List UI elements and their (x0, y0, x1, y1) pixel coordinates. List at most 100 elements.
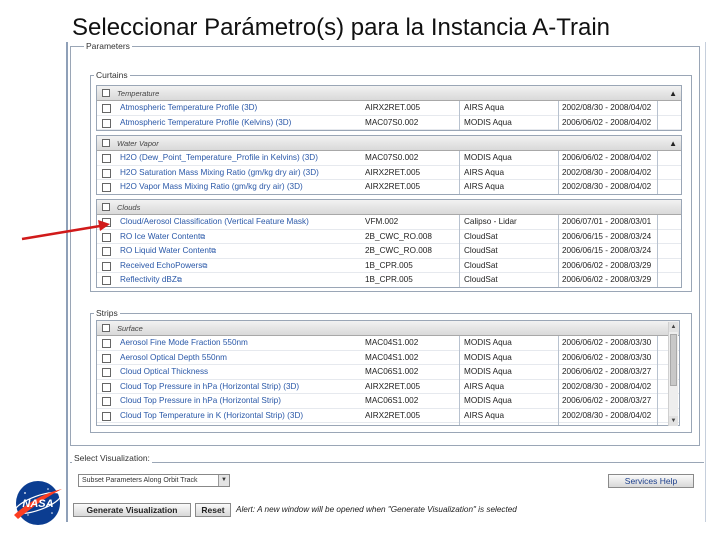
parameter-row[interactable]: Atmospheric Temperature Profile (3D) AIR… (97, 101, 681, 116)
parameter-name[interactable]: H2O Saturation Mass Mixing Ratio (gm/kg … (120, 166, 362, 180)
parameter-row[interactable]: RO Liquid Water Content⧉ 2B_CWC_RO.008 C… (97, 244, 681, 259)
scroll-thumb[interactable] (670, 334, 677, 386)
parameter-row[interactable]: RO Ice Water Content⧉ 2B_CWC_RO.008 Clou… (97, 230, 681, 245)
parameter-name[interactable]: Cloud Optical Thickness (120, 365, 362, 379)
parameter-sensor: AIRS Aqua (464, 182, 505, 191)
parameter-product: 1B_CPR.005 (365, 275, 413, 284)
curtains-group-clouds: Clouds Cloud/Aerosol Classification (Ver… (96, 199, 682, 288)
parameter-checkbox[interactable] (102, 339, 111, 348)
parameter-name[interactable]: Cloud Top Pressure in hPa (Horizontal St… (120, 380, 362, 394)
parameter-row[interactable]: Cloud Top Pressure in hPa (Horizontal St… (97, 394, 679, 409)
parameter-checkbox[interactable] (102, 411, 111, 421)
parameter-name[interactable]: Cloud Top Pressure in hPa (Horizontal St… (120, 394, 362, 408)
group-header-clouds[interactable]: Clouds (97, 200, 681, 215)
strips-scrollbar[interactable]: ▲ ▼ (668, 322, 678, 426)
parameter-dates: 2006/06/02 - 2008/03/30 (562, 338, 652, 347)
parameter-row[interactable]: H2O (Dew_Point_Temperature_Profile in Ke… (97, 151, 681, 166)
group-select-all-checkbox[interactable] (102, 324, 110, 332)
parameter-row[interactable]: H2O Saturation Mass Mixing Ratio (gm/kg … (97, 166, 681, 180)
parameter-checkbox[interactable] (102, 368, 111, 377)
parameter-row[interactable]: H2O Vapor Mass Mixing Ratio (gm/kg dry a… (97, 180, 681, 194)
parameter-checkbox[interactable] (102, 104, 111, 113)
parameter-checkbox[interactable] (102, 276, 111, 285)
parameter-link[interactable]: RO Ice Water Content⧉ (120, 230, 362, 245)
group-select-all-checkbox[interactable] (102, 89, 110, 97)
group-label: Surface (117, 324, 143, 333)
parameter-dates: 2006/06/02 - 2008/03/29 (562, 275, 652, 284)
parameter-link[interactable]: RO Liquid Water Content⧉ (120, 244, 362, 259)
column-divider (459, 336, 460, 425)
parameter-name[interactable]: Atmospheric Temperature Profile (Kelvins… (120, 116, 362, 130)
parameters-legend: Parameters (84, 41, 132, 51)
parameter-name[interactable]: Cloud/Aerosol Classification (Vertical F… (120, 215, 362, 229)
external-link-icon[interactable]: ⧉ (200, 234, 205, 241)
parameter-name[interactable]: Atmospheric Temperature Profile (3D) (120, 101, 362, 115)
parameter-product: MAC07S0.002 (365, 153, 419, 162)
generate-visualization-button[interactable]: Generate Visualization (73, 503, 191, 517)
parameter-row[interactable]: Aerosol Fine Mode Fraction 550nm MAC04S1… (97, 336, 679, 351)
scroll-up-arrow-icon[interactable]: ▲ (669, 322, 678, 332)
parameter-product: MAC07S0.002 (365, 117, 419, 127)
parameter-checkbox[interactable] (102, 168, 111, 178)
parameter-row[interactable]: Reflectivity dBZ⧉ 1B_CPR.005 CloudSat 20… (97, 273, 681, 287)
parameter-dates: 2006/06/02 - 2008/03/30 (562, 352, 652, 362)
parameter-name[interactable]: Aerosol Fine Mode Fraction 550nm (120, 336, 362, 350)
group-header-surface[interactable]: Surface (97, 321, 679, 336)
parameter-sensor: MODIS Aqua (464, 338, 512, 347)
parameter-name[interactable]: Received EchoPowers (120, 261, 202, 270)
parameter-name[interactable]: RO Ice Water Content (120, 232, 200, 241)
parameter-row[interactable]: Cloud Top Temperature in K (Horizontal S… (97, 409, 679, 423)
parameter-link[interactable]: Received EchoPowers⧉ (120, 259, 362, 274)
parameter-checkbox[interactable] (102, 154, 111, 163)
curtains-group-water-vapor: Water Vapor ▲ H2O (Dew_Point_Temperature… (96, 135, 682, 195)
parameter-name[interactable]: H2O (Dew_Point_Temperature_Profile in Ke… (120, 151, 362, 165)
parameter-name[interactable]: RO Liquid Water Content (120, 246, 211, 255)
parameter-checkbox[interactable] (102, 382, 111, 392)
visualization-select[interactable]: Subset Parameters Along Orbit Track ▼ (78, 474, 230, 487)
parameter-checkbox[interactable] (102, 118, 111, 128)
parameter-name[interactable]: Aerosol Optical Depth 550nm (120, 351, 362, 365)
parameter-sensor: CloudSat (464, 275, 498, 284)
parameter-checkbox[interactable] (102, 353, 111, 363)
parameter-checkbox[interactable] (102, 261, 111, 271)
group-select-all-checkbox[interactable] (102, 139, 110, 147)
parameter-name[interactable]: H2O Vapor Mass Mixing Ratio (gm/kg dry a… (120, 180, 362, 194)
parameter-checkbox[interactable] (102, 247, 111, 256)
group-header-water-vapor[interactable]: Water Vapor ▲ (97, 136, 681, 151)
parameter-product: MAC06S1.002 (365, 367, 419, 376)
dropdown-arrow-icon[interactable]: ▼ (218, 475, 229, 486)
parameter-row[interactable]: Cloud/Aerosol Classification (Vertical F… (97, 215, 681, 230)
parameter-row[interactable]: Cloud Top Pressure in hPa (Horizontal St… (97, 380, 679, 394)
parameter-product: AIRX2RET.005 (365, 410, 421, 420)
curtains-legend: Curtains (94, 70, 130, 80)
parameter-row[interactable]: Cloud Optical Thickness MAC06S1.002 MODI… (97, 365, 679, 380)
parameter-row[interactable]: Atmospheric Temperature Profile (Kelvins… (97, 116, 681, 130)
column-divider (558, 101, 559, 130)
parameter-dates: 2002/08/30 - 2008/04/02 (562, 410, 652, 420)
parameter-row[interactable]: Aerosol Optical Depth 550nm MAC04S1.002 … (97, 351, 679, 365)
group-label: Water Vapor (117, 139, 159, 148)
parameter-checkbox[interactable] (102, 232, 111, 242)
parameter-product: 2B_CWC_RO.008 (365, 246, 432, 255)
parameter-row[interactable]: Received EchoPowers⧉ 1B_CPR.005 CloudSat… (97, 259, 681, 274)
parameter-name[interactable]: Reflectivity dBZ (120, 275, 177, 284)
parameter-checkbox[interactable] (102, 218, 111, 227)
parameter-checkbox[interactable] (102, 397, 111, 406)
parameter-checkbox[interactable] (102, 183, 111, 192)
external-link-icon[interactable]: ⧉ (202, 263, 207, 270)
scroll-down-arrow-icon[interactable]: ▼ (669, 416, 678, 426)
group-header-temperature[interactable]: Temperature ▲ (97, 86, 681, 101)
services-help-link[interactable]: Services Help (608, 474, 694, 488)
collapse-triangle-icon[interactable]: ▲ (669, 86, 677, 101)
external-link-icon[interactable]: ⧉ (211, 248, 216, 255)
parameter-sensor: AIRS Aqua (464, 381, 505, 391)
parameter-dates: 2002/08/30 - 2008/04/02 (562, 182, 652, 191)
strips-group-surface: Surface Aerosol Fine Mode Fraction 550nm… (96, 320, 680, 426)
group-select-all-checkbox[interactable] (102, 203, 110, 211)
parameter-name[interactable]: Cloud Top Temperature in K (Horizontal S… (120, 409, 362, 423)
external-link-icon[interactable]: ⧉ (177, 277, 182, 284)
reset-button[interactable]: Reset (195, 503, 231, 517)
parameter-dates: 2006/06/02 - 2008/04/02 (562, 117, 652, 127)
parameter-link[interactable]: Reflectivity dBZ⧉ (120, 273, 362, 287)
collapse-triangle-icon[interactable]: ▲ (669, 136, 677, 151)
